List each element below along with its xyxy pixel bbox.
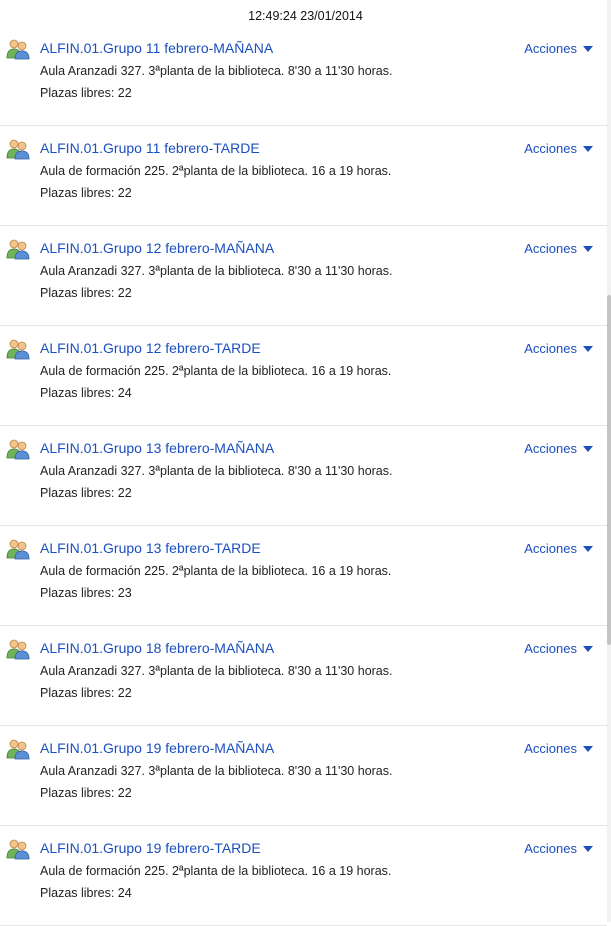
places-available: Plazas libres: 24 bbox=[40, 386, 132, 400]
actions-label: Acciones bbox=[524, 241, 577, 256]
actions-dropdown[interactable]: Acciones bbox=[524, 541, 593, 556]
list-item: ALFIN.01.Grupo 19 febrero-TARDE Aula de … bbox=[0, 826, 607, 926]
group-users-icon bbox=[6, 238, 30, 260]
group-description: Aula Aranzadi 327. 3ªplanta de la biblio… bbox=[40, 764, 393, 778]
caret-down-icon bbox=[583, 845, 593, 852]
actions-label: Acciones bbox=[524, 741, 577, 756]
group-title-link[interactable]: ALFIN.01.Grupo 18 febrero-MAÑANA bbox=[40, 640, 274, 656]
actions-dropdown[interactable]: Acciones bbox=[524, 741, 593, 756]
list-item: ALFIN.01.Grupo 12 febrero-TARDE Aula de … bbox=[0, 326, 607, 426]
actions-label: Acciones bbox=[524, 141, 577, 156]
group-title-link[interactable]: ALFIN.01.Grupo 13 febrero-MAÑANA bbox=[40, 440, 274, 456]
group-description: Aula de formación 225. 2ªplanta de la bi… bbox=[40, 564, 392, 578]
caret-down-icon bbox=[583, 345, 593, 352]
group-description: Aula Aranzadi 327. 3ªplanta de la biblio… bbox=[40, 664, 393, 678]
actions-dropdown[interactable]: Acciones bbox=[524, 141, 593, 156]
actions-label: Acciones bbox=[524, 441, 577, 456]
places-available: Plazas libres: 22 bbox=[40, 286, 132, 300]
caret-down-icon bbox=[583, 245, 593, 252]
group-title-link[interactable]: ALFIN.01.Grupo 12 febrero-TARDE bbox=[40, 340, 261, 356]
caret-down-icon bbox=[583, 445, 593, 452]
actions-dropdown[interactable]: Acciones bbox=[524, 341, 593, 356]
scrollbar-thumb[interactable] bbox=[607, 295, 611, 645]
list-item: ALFIN.01.Grupo 11 febrero-MAÑANA Aula Ar… bbox=[0, 26, 607, 126]
group-description: Aula de formación 225. 2ªplanta de la bi… bbox=[40, 864, 392, 878]
group-title-link[interactable]: ALFIN.01.Grupo 19 febrero-TARDE bbox=[40, 840, 261, 856]
places-available: Plazas libres: 22 bbox=[40, 786, 132, 800]
group-users-icon bbox=[6, 338, 30, 360]
group-users-icon bbox=[6, 538, 30, 560]
group-users-icon bbox=[6, 438, 30, 460]
group-description: Aula Aranzadi 327. 3ªplanta de la biblio… bbox=[40, 464, 393, 478]
actions-dropdown[interactable]: Acciones bbox=[524, 641, 593, 656]
vertical-scrollbar[interactable] bbox=[607, 0, 611, 922]
group-description: Aula Aranzadi 327. 3ªplanta de la biblio… bbox=[40, 64, 393, 78]
caret-down-icon bbox=[583, 745, 593, 752]
actions-label: Acciones bbox=[524, 41, 577, 56]
caret-down-icon bbox=[583, 545, 593, 552]
clock-timestamp: 12:49:24 23/01/2014 bbox=[248, 9, 363, 23]
actions-label: Acciones bbox=[524, 541, 577, 556]
group-description: Aula Aranzadi 327. 3ªplanta de la biblio… bbox=[40, 264, 393, 278]
places-available: Plazas libres: 22 bbox=[40, 486, 132, 500]
group-title-link[interactable]: ALFIN.01.Grupo 12 febrero-MAÑANA bbox=[40, 240, 274, 256]
list-item: ALFIN.01.Grupo 13 febrero-TARDE Aula de … bbox=[0, 526, 607, 626]
list-item: ALFIN.01.Grupo 19 febrero-MAÑANA Aula Ar… bbox=[0, 726, 607, 826]
actions-label: Acciones bbox=[524, 841, 577, 856]
group-users-icon bbox=[6, 738, 30, 760]
group-list: ALFIN.01.Grupo 11 febrero-MAÑANA Aula Ar… bbox=[0, 26, 607, 926]
group-title-link[interactable]: ALFIN.01.Grupo 13 febrero-TARDE bbox=[40, 540, 261, 556]
list-item: ALFIN.01.Grupo 11 febrero-TARDE Aula de … bbox=[0, 126, 607, 226]
group-title-link[interactable]: ALFIN.01.Grupo 11 febrero-MAÑANA bbox=[40, 40, 273, 56]
caret-down-icon bbox=[583, 45, 593, 52]
actions-dropdown[interactable]: Acciones bbox=[524, 241, 593, 256]
list-item: ALFIN.01.Grupo 12 febrero-MAÑANA Aula Ar… bbox=[0, 226, 607, 326]
group-users-icon bbox=[6, 638, 30, 660]
actions-dropdown[interactable]: Acciones bbox=[524, 441, 593, 456]
group-title-link[interactable]: ALFIN.01.Grupo 19 febrero-MAÑANA bbox=[40, 740, 274, 756]
places-available: Plazas libres: 23 bbox=[40, 586, 132, 600]
places-available: Plazas libres: 22 bbox=[40, 86, 132, 100]
group-description: Aula de formación 225. 2ªplanta de la bi… bbox=[40, 164, 392, 178]
places-available: Plazas libres: 24 bbox=[40, 886, 132, 900]
caret-down-icon bbox=[583, 145, 593, 152]
group-title-link[interactable]: ALFIN.01.Grupo 11 febrero-TARDE bbox=[40, 140, 260, 156]
group-users-icon bbox=[6, 838, 30, 860]
group-users-icon bbox=[6, 38, 30, 60]
actions-label: Acciones bbox=[524, 641, 577, 656]
places-available: Plazas libres: 22 bbox=[40, 186, 132, 200]
actions-dropdown[interactable]: Acciones bbox=[524, 841, 593, 856]
list-item: ALFIN.01.Grupo 18 febrero-MAÑANA Aula Ar… bbox=[0, 626, 607, 726]
places-available: Plazas libres: 22 bbox=[40, 686, 132, 700]
actions-dropdown[interactable]: Acciones bbox=[524, 41, 593, 56]
group-description: Aula de formación 225. 2ªplanta de la bi… bbox=[40, 364, 392, 378]
actions-label: Acciones bbox=[524, 341, 577, 356]
group-users-icon bbox=[6, 138, 30, 160]
list-item: ALFIN.01.Grupo 13 febrero-MAÑANA Aula Ar… bbox=[0, 426, 607, 526]
caret-down-icon bbox=[583, 645, 593, 652]
